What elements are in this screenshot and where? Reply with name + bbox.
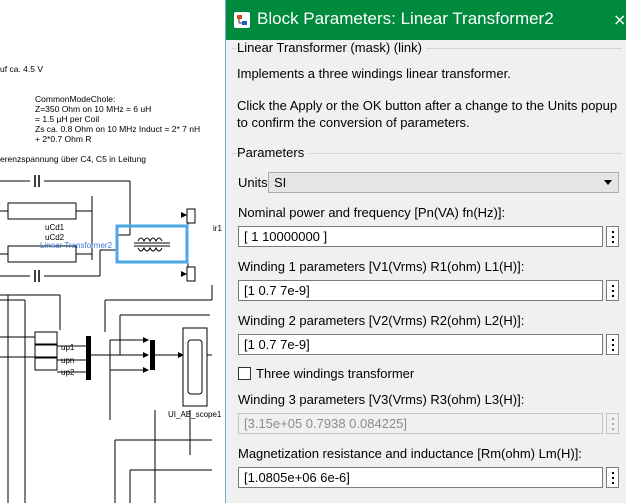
chevron-down-icon — [604, 180, 612, 185]
block-parameters-dialog[interactable]: Block Parameters: Linear Transformer2 × … — [225, 0, 626, 503]
units-label: Units — [238, 175, 268, 190]
winding2-label: Winding 2 parameters [V2(Vrms) R2(ohm) L… — [238, 313, 525, 328]
winding3-label: Winding 3 parameters [V3(Vrms) R3(ohm) L… — [238, 392, 525, 407]
up1-label: up1 — [61, 343, 75, 352]
units-dropdown[interactable]: SI — [268, 172, 619, 193]
nominal-power-label: Nominal power and frequency [Pn(VA) fn(H… — [238, 205, 506, 220]
magnetization-menu-icon[interactable] — [606, 467, 619, 488]
close-icon[interactable]: × — [613, 0, 626, 40]
cm-choke-note: CommonModeChole: Z=350 Ohm on 10 MHz = 6… — [35, 94, 201, 144]
ucd1-label: uCd1 — [45, 223, 65, 232]
three-windings-label[interactable]: Three windings transformer — [256, 366, 414, 381]
simulink-block-icon — [234, 12, 250, 28]
dialog-title: Block Parameters: Linear Transformer2 — [257, 9, 554, 28]
diff-voltage-note: erenzspannung über C4, C5 in Leitung — [0, 154, 147, 164]
units-selected-value: SI — [274, 175, 287, 190]
winding2-menu-icon[interactable] — [606, 334, 619, 355]
winding3-field: [3.15e+05 0.7938 0.084225] — [238, 413, 603, 434]
mask-description: Implements a three windings linear trans… — [237, 66, 511, 81]
winding3-menu-icon — [606, 413, 619, 434]
winding1-menu-icon[interactable] — [606, 280, 619, 301]
winding1-field[interactable]: [1 0.7 7e-9] — [238, 280, 603, 301]
voltage-note: uf ca. 4.5 V — [0, 64, 43, 74]
ir1-label: ir1 — [213, 224, 222, 233]
nominal-power-field[interactable]: [ 1 10000000 ] — [238, 226, 603, 247]
winding1-label: Winding 1 parameters [V1(Vrms) R1(ohm) L… — [238, 259, 525, 274]
instruction-line-2: to confirm the conversion of parameters. — [237, 115, 470, 130]
instruction-line-1: Click the Apply or the OK button after a… — [237, 98, 618, 113]
transformer-block-label[interactable]: Linear Transformer2 — [40, 241, 112, 250]
up2-label: up2 — [61, 368, 75, 377]
magnetization-label: Magnetization resistance and inductance … — [238, 446, 582, 461]
parameters-group-title: Parameters — [237, 145, 309, 160]
three-windings-checkbox[interactable] — [238, 367, 251, 380]
mask-group-title: Linear Transformer (mask) (link) — [237, 40, 426, 55]
scope-block-label[interactable]: UI_AB_scope1 — [168, 410, 221, 419]
magnetization-field[interactable]: [1.0805e+06 6e-6] — [238, 467, 603, 488]
winding2-field[interactable]: [1 0.7 7e-9] — [238, 334, 603, 355]
nominal-power-menu-icon[interactable] — [606, 226, 619, 247]
upn-label: upn — [61, 356, 75, 365]
dialog-titlebar[interactable]: Block Parameters: Linear Transformer2 × — [226, 0, 626, 40]
